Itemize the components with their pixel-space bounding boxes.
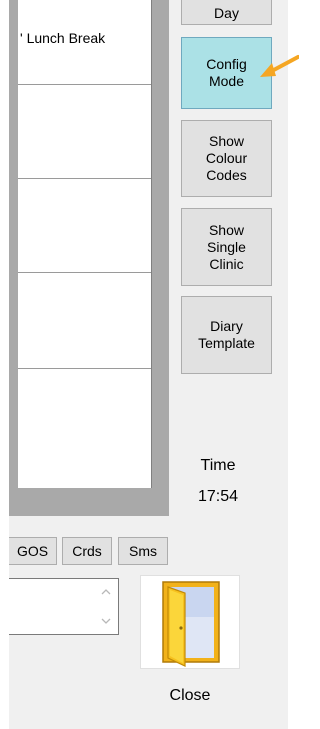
chevron-up-icon[interactable] <box>99 585 113 599</box>
notes-textbox[interactable] <box>9 578 119 635</box>
close-label: Close <box>169 687 211 704</box>
gos-button[interactable]: GOS <box>9 537 57 565</box>
open-door-icon <box>162 581 220 667</box>
diary-row-divider <box>18 272 151 273</box>
diary-row-divider <box>18 368 151 369</box>
diary-row-divider <box>18 84 151 85</box>
time-label: Time <box>200 457 236 474</box>
diary-entry-lunch-break[interactable]: ' Lunch Break <box>20 30 105 46</box>
pointer-arrow-icon <box>260 55 299 77</box>
diary-row-divider <box>18 178 151 179</box>
diary-panel-frame: ' Lunch Break <box>9 0 169 516</box>
diary-grid[interactable]: ' Lunch Break <box>18 0 152 488</box>
show-colour-codes-button[interactable]: Show Colour Codes <box>181 120 272 197</box>
chevron-down-icon[interactable] <box>99 614 113 628</box>
close-button[interactable] <box>140 575 240 669</box>
diary-template-button[interactable]: Diary Template <box>181 296 272 374</box>
show-single-clinic-button[interactable]: Show Single Clinic <box>181 208 272 286</box>
form-edge <box>288 0 299 729</box>
sms-button[interactable]: Sms <box>118 537 168 565</box>
time-value: 17:54 <box>197 488 239 505</box>
notes-scrollbar[interactable] <box>95 579 117 634</box>
config-mode-button[interactable]: Config Mode <box>181 37 272 109</box>
day-button[interactable]: Day <box>181 0 272 25</box>
crds-button[interactable]: Crds <box>62 537 112 565</box>
